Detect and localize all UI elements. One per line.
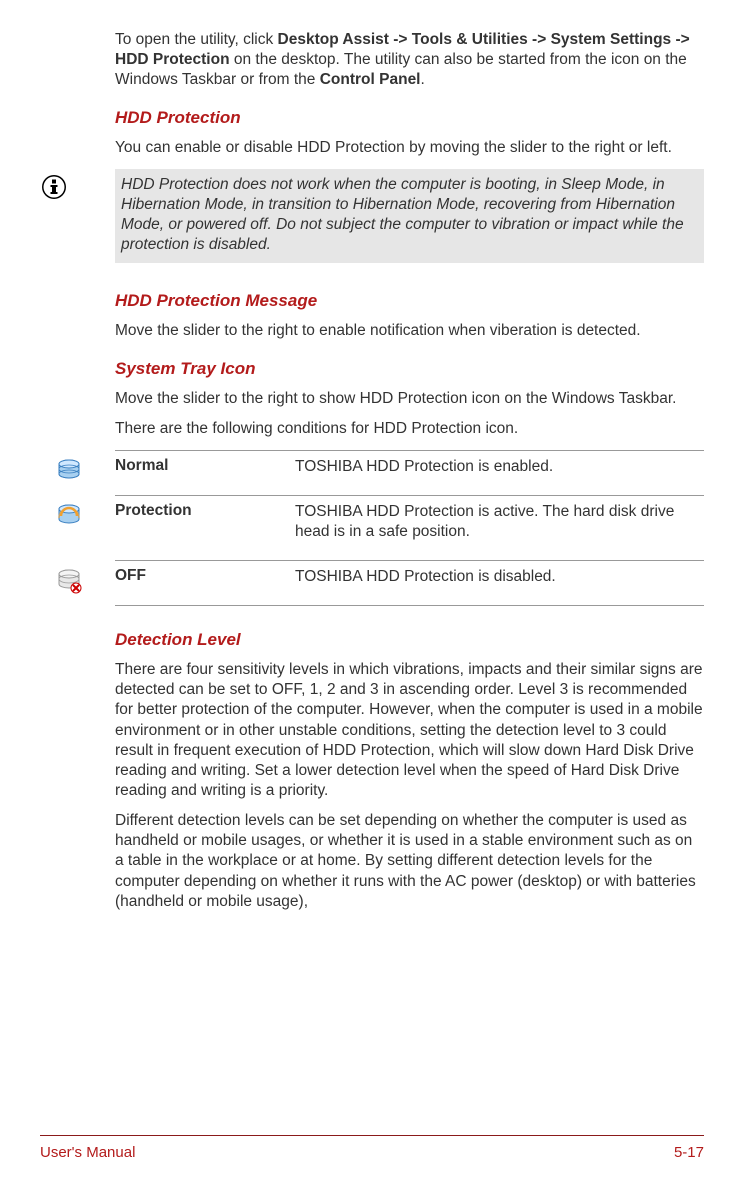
content-area: To open the utility, click Desktop Assis…: [115, 30, 704, 912]
note-block: HDD Protection does not work when the co…: [40, 169, 704, 264]
table-row: OFF TOSHIBA HDD Protection is disabled.: [115, 560, 704, 606]
table-label: Normal: [115, 457, 295, 475]
table-label: Protection: [115, 502, 295, 520]
hdd-protection-icon: [55, 502, 83, 530]
intro-bold-2: Control Panel: [320, 71, 421, 88]
heading-detection-level: Detection Level: [115, 630, 704, 650]
para-system-tray-1: Move the slider to the right to show HDD…: [115, 389, 704, 409]
table-row: Protection TOSHIBA HDD Protection is act…: [115, 495, 704, 560]
para-detection-level-1: There are four sensitivity levels in whi…: [115, 660, 704, 801]
heading-hdd-protection-message: HDD Protection Message: [115, 291, 704, 311]
intro-paragraph: To open the utility, click Desktop Assis…: [115, 30, 704, 90]
footer-left: User's Manual: [40, 1144, 135, 1161]
table-label: OFF: [115, 567, 295, 585]
document-page: To open the utility, click Desktop Assis…: [0, 0, 744, 1120]
table-desc: TOSHIBA HDD Protection is disabled.: [295, 567, 704, 587]
heading-hdd-protection: HDD Protection: [115, 108, 704, 128]
para-hdd-protection: You can enable or disable HDD Protection…: [115, 138, 704, 158]
intro-prefix: To open the utility, click: [115, 31, 278, 48]
para-system-tray-2: There are the following conditions for H…: [115, 419, 704, 439]
intro-suffix: .: [421, 71, 425, 88]
heading-system-tray-icon: System Tray Icon: [115, 359, 704, 379]
para-hdd-protection-message: Move the slider to the right to enable n…: [115, 321, 704, 341]
table-desc: TOSHIBA HDD Protection is active. The ha…: [295, 502, 704, 542]
hdd-off-icon: [55, 567, 83, 595]
page-footer: User's Manual 5-17: [40, 1135, 704, 1161]
table-desc: TOSHIBA HDD Protection is enabled.: [295, 457, 704, 477]
hdd-normal-icon: [55, 457, 83, 485]
note-text: HDD Protection does not work when the co…: [115, 169, 704, 264]
table-row: Normal TOSHIBA HDD Protection is enabled…: [115, 450, 704, 495]
info-icon: [40, 169, 115, 201]
footer-right: 5-17: [674, 1144, 704, 1161]
icon-conditions-table: Normal TOSHIBA HDD Protection is enabled…: [40, 450, 704, 607]
para-detection-level-2: Different detection levels can be set de…: [115, 811, 704, 912]
